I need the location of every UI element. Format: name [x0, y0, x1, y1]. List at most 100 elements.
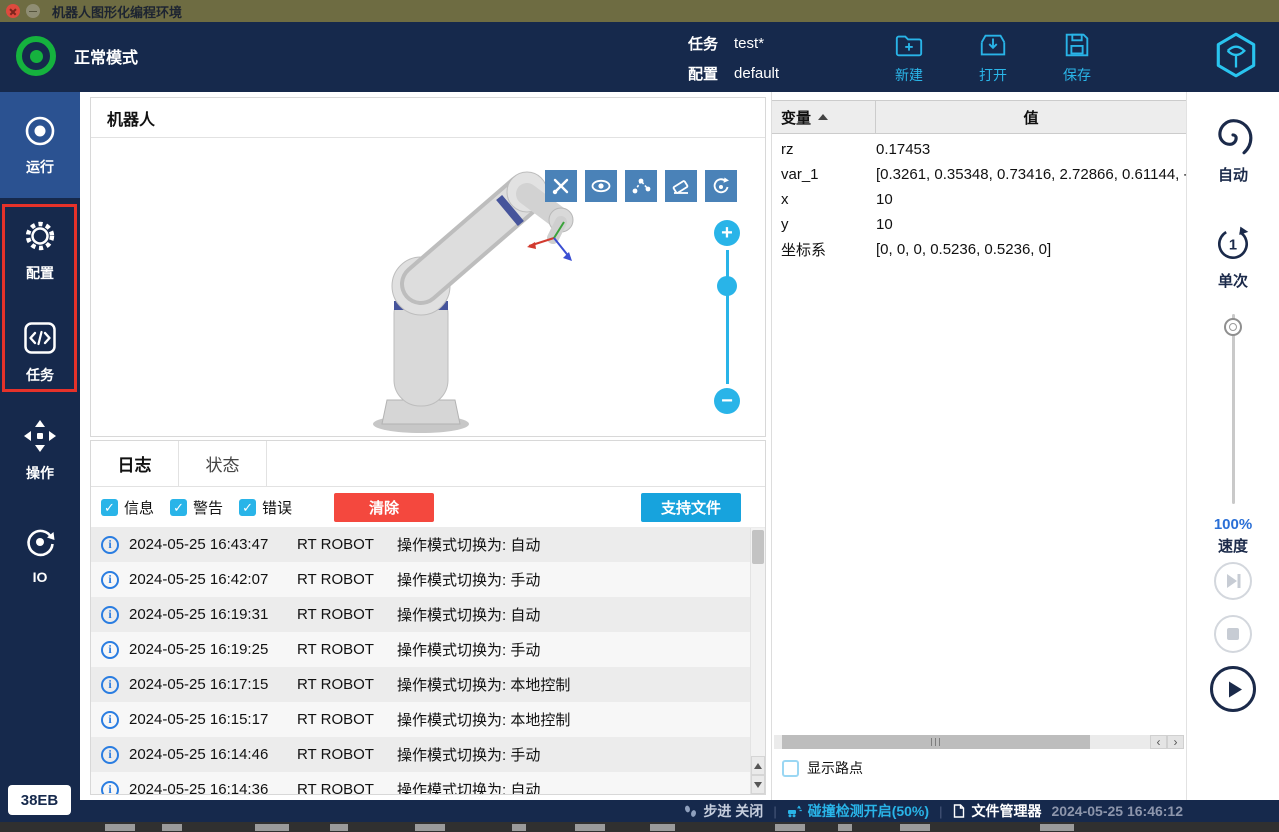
sidebar-item-config[interactable]: 配置	[0, 218, 80, 283]
single-run-button[interactable]: 1 单次	[1187, 224, 1279, 291]
new-file-icon	[895, 35, 923, 57]
log-entry[interactable]: i 2024-05-25 16:17:15 RT ROBOT 操作模式切换为: …	[91, 667, 765, 702]
error-checkbox-checked[interactable]: ✓	[239, 498, 257, 516]
taskbar-app-button[interactable]	[900, 824, 930, 831]
log-scrollbar[interactable]	[750, 528, 765, 794]
log-scrollbar-thumb[interactable]	[752, 530, 764, 564]
robot-view-toolbar	[545, 170, 737, 202]
stop-button[interactable]	[1214, 615, 1252, 653]
waypoints-checkbox-unchecked[interactable]	[782, 759, 799, 777]
log-source: RT ROBOT	[297, 571, 374, 588]
window-minimize-button[interactable]	[26, 4, 40, 18]
visibility-button[interactable]	[585, 170, 617, 202]
window-close-button[interactable]	[6, 4, 20, 18]
variable-row[interactable]: 坐标系 [0, 0, 0, 0.5236, 0.5236, 0]	[772, 237, 1186, 262]
show-waypoints-toggle[interactable]: 显示路点	[782, 758, 863, 778]
taskbar-app-button[interactable]	[512, 824, 526, 831]
filter-warning[interactable]: ✓ 警告	[170, 497, 223, 518]
scroll-down-button[interactable]	[751, 775, 765, 794]
variable-row[interactable]: var_1 [0.3261, 0.35348, 0.73416, 2.72866…	[772, 162, 1186, 187]
tab-status[interactable]: 状态	[179, 441, 267, 486]
config-value: default	[734, 64, 780, 82]
sidebar-item-operation[interactable]: 操作	[0, 418, 80, 483]
normal-mode-status-icon[interactable]	[16, 36, 56, 76]
taskbar-app-button[interactable]	[105, 824, 135, 831]
speed-slider-track[interactable]	[1231, 314, 1235, 504]
variable-row[interactable]: x 10	[772, 187, 1186, 212]
taskbar-app-button[interactable]	[255, 824, 289, 831]
os-taskbar	[0, 822, 1279, 832]
mode-indicator: 正常模式	[16, 36, 138, 76]
variable-value: [0, 0, 0, 0.5236, 0.5236, 0]	[876, 241, 1052, 258]
log-source: RT ROBOT	[297, 746, 374, 763]
log-time: 2024-05-25 16:19:25	[129, 641, 269, 658]
collision-detection-status[interactable]: 碰撞检测开启(50%)	[787, 801, 929, 821]
speed-slider[interactable]	[1223, 314, 1243, 504]
speed-slider-handle[interactable]	[1224, 318, 1242, 336]
taskbar-app-button[interactable]	[838, 824, 852, 831]
log-message: 操作模式切换为: 手动	[397, 572, 541, 589]
log-message: 操作模式切换为: 本地控制	[397, 677, 571, 694]
robot-3d-viewport[interactable]: + −	[91, 138, 765, 436]
log-entry[interactable]: i 2024-05-25 16:19:31 RT ROBOT 操作模式切换为: …	[91, 597, 765, 632]
log-entry[interactable]: i 2024-05-25 16:19:25 RT ROBOT 操作模式切换为: …	[91, 632, 765, 667]
hscroll-left-button[interactable]: ‹	[1150, 735, 1167, 749]
robot-panel: 机器人 + −	[90, 97, 766, 437]
log-entry[interactable]: i 2024-05-25 16:43:47 RT ROBOT 操作模式切换为: …	[91, 527, 765, 562]
sidebar-item-operation-label: 操作	[26, 465, 54, 481]
open-button[interactable]: 打开	[964, 30, 1022, 85]
warning-checkbox-checked[interactable]: ✓	[170, 498, 188, 516]
zoom-slider-handle[interactable]	[717, 276, 737, 296]
log-entry[interactable]: i 2024-05-25 16:14:46 RT ROBOT 操作模式切换为: …	[91, 737, 765, 772]
taskbar-app-button[interactable]	[330, 824, 348, 831]
clear-log-button[interactable]: 清除	[334, 492, 435, 522]
log-entry[interactable]: i 2024-05-25 16:14:36 RT ROBOT 操作模式切换为: …	[91, 772, 765, 794]
step-mode-status[interactable]: 步进 关闭	[683, 801, 763, 821]
variables-value-header: 值	[1023, 109, 1039, 127]
eraser-button[interactable]	[665, 170, 697, 202]
waypoint-path-button[interactable]	[625, 170, 657, 202]
hscroll-thumb[interactable]	[781, 735, 1090, 749]
tools-button[interactable]	[545, 170, 577, 202]
taskbar-app-button[interactable]	[415, 824, 445, 831]
taskbar-app-button[interactable]	[575, 824, 605, 831]
show-waypoints-label: 显示路点	[807, 760, 863, 776]
play-button[interactable]	[1210, 666, 1256, 712]
auto-mode-button[interactable]: 自动	[1187, 116, 1279, 185]
taskbar-app-button[interactable]	[162, 824, 182, 831]
variables-name-header[interactable]: 变量	[772, 101, 876, 133]
hscroll-right-button[interactable]: ›	[1167, 735, 1184, 749]
tab-log[interactable]: 日志	[91, 441, 179, 486]
scroll-up-button[interactable]	[751, 756, 765, 775]
save-button[interactable]: 保存	[1048, 30, 1106, 85]
rotate-view-button[interactable]	[705, 170, 737, 202]
zoom-out-button[interactable]: −	[714, 388, 740, 414]
taskbar-app-button[interactable]	[775, 824, 805, 831]
filter-error[interactable]: ✓ 错误	[239, 497, 292, 518]
zoom-in-button[interactable]: +	[714, 220, 740, 246]
taskbar-app-button[interactable]	[650, 824, 675, 831]
app-window: 机器人图形化编程环境 正常模式 任务 test* 配置 default 新建 打…	[0, 0, 1279, 832]
sidebar-item-run[interactable]: 运行	[0, 92, 80, 198]
variables-panel: 变量 值 rz 0.17453 var_1 [0.3261, 0.35348, …	[771, 92, 1186, 800]
sidebar-item-io[interactable]: IO	[0, 524, 80, 585]
log-message: 操作模式切换为: 本地控制	[397, 712, 571, 729]
file-manager-button[interactable]: 文件管理器	[952, 801, 1041, 821]
log-entry[interactable]: i 2024-05-25 16:15:17 RT ROBOT 操作模式切换为: …	[91, 702, 765, 737]
new-button-label: 新建	[895, 67, 923, 83]
variable-row[interactable]: rz 0.17453	[772, 137, 1186, 162]
zoom-slider-track[interactable]	[725, 250, 729, 384]
step-forward-button[interactable]	[1214, 562, 1252, 600]
sidebar-item-task[interactable]: 任务	[0, 320, 80, 385]
device-code-badge[interactable]: 38EB	[8, 785, 71, 815]
info-checkbox-checked[interactable]: ✓	[101, 498, 118, 516]
hscroll-track[interactable]	[774, 735, 1150, 749]
log-entry[interactable]: i 2024-05-25 16:42:07 RT ROBOT 操作模式切换为: …	[91, 562, 765, 597]
grip-icon	[931, 738, 933, 746]
support-files-button[interactable]: 支持文件	[641, 492, 741, 522]
new-button[interactable]: 新建	[880, 30, 938, 85]
app-logo-icon	[1211, 30, 1261, 80]
filter-info[interactable]: ✓ 信息	[101, 497, 154, 518]
taskbar-app-button[interactable]	[1040, 824, 1074, 831]
variable-row[interactable]: y 10	[772, 212, 1186, 237]
